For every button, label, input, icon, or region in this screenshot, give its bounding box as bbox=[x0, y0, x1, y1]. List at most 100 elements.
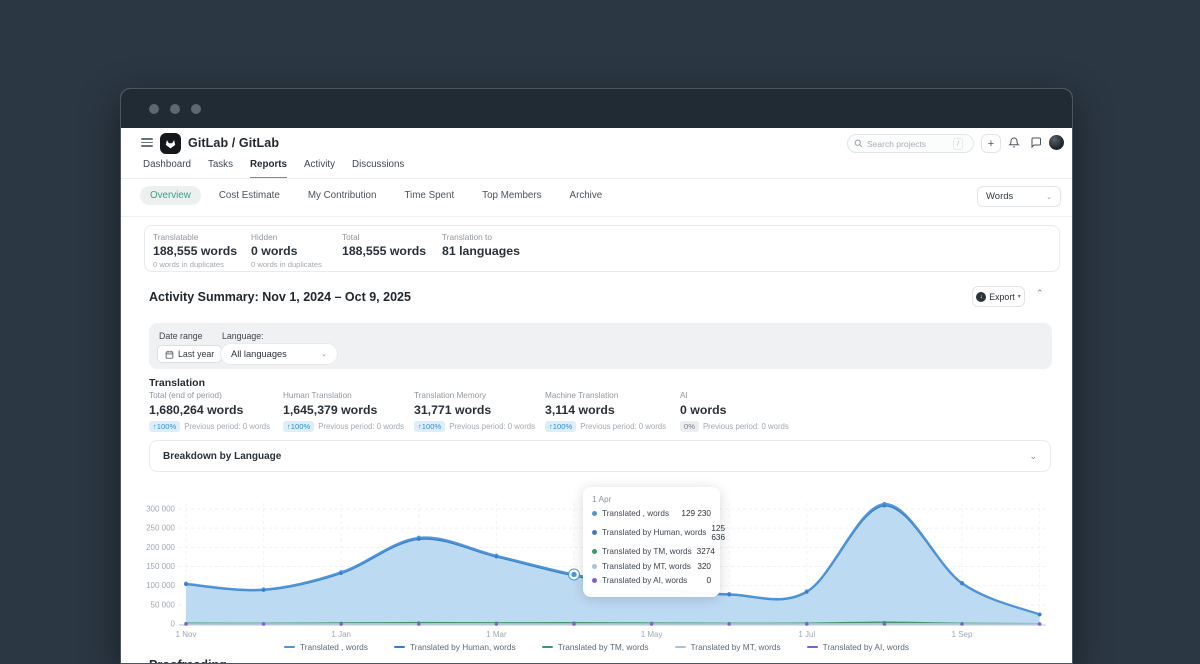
export-button[interactable]: ↓ Export ▾ bbox=[972, 286, 1025, 307]
svg-text:1 Jul: 1 Jul bbox=[798, 630, 815, 639]
chart-tooltip: 1 Apr Translated , words129 230Translate… bbox=[583, 487, 720, 597]
svg-text:1 May: 1 May bbox=[641, 630, 663, 639]
legend-color-dash bbox=[394, 646, 405, 648]
collapse-section-icon[interactable]: ⌃ bbox=[1036, 288, 1044, 299]
desktop-background: GitLab / GitLab / + Dashboard Tasks bbox=[0, 0, 1200, 664]
stat-translation-to: Translation to 81 languages bbox=[442, 232, 520, 258]
tooltip-series-value: 3274 bbox=[697, 547, 715, 556]
page-title: GitLab / GitLab bbox=[188, 136, 279, 150]
project-logo[interactable] bbox=[160, 133, 181, 154]
trend-badge: 0% bbox=[680, 421, 699, 432]
legend-color-dash bbox=[542, 646, 553, 648]
calendar-icon bbox=[165, 350, 174, 359]
subtab-time-spent[interactable]: Time Spent bbox=[394, 186, 464, 205]
series-color-dot bbox=[592, 549, 597, 554]
legend-color-dash bbox=[284, 646, 295, 648]
legend-item[interactable]: Translated , words bbox=[284, 642, 368, 652]
notifications-bell-icon[interactable] bbox=[1008, 136, 1020, 154]
svg-text:300 000: 300 000 bbox=[146, 505, 175, 514]
app-content: GitLab / GitLab / + Dashboard Tasks bbox=[121, 128, 1072, 664]
summary-stats-card: Translatable 188,555 words 0 words in du… bbox=[144, 225, 1060, 272]
tooltip-series-value: 125 636 bbox=[711, 524, 725, 542]
hamburger-menu-icon[interactable] bbox=[141, 138, 153, 147]
legend-item[interactable]: Translated by AI, words bbox=[807, 642, 909, 652]
svg-text:100 000: 100 000 bbox=[146, 581, 175, 590]
chevron-down-icon: ⌄ bbox=[1029, 451, 1037, 462]
legend-item[interactable]: Translated by Human, words bbox=[394, 642, 516, 652]
tooltip-row: Translated by Human, words125 636 bbox=[592, 524, 711, 542]
search-shortcut-key: / bbox=[953, 138, 963, 150]
svg-text:1 Mar: 1 Mar bbox=[486, 630, 507, 639]
window-control-icon[interactable] bbox=[170, 104, 180, 114]
chart-legend: Translated , words Translated by Human, w… bbox=[121, 642, 1072, 652]
proofreading-section-title: Proofreading bbox=[149, 658, 227, 664]
unit-select[interactable]: Words ⌄ bbox=[977, 186, 1061, 207]
trend-badge: ↑100% bbox=[545, 421, 576, 432]
subtab-overview[interactable]: Overview bbox=[140, 186, 201, 205]
svg-text:1 Nov: 1 Nov bbox=[176, 630, 197, 639]
date-range-button[interactable]: Last year bbox=[157, 345, 222, 363]
breakdown-by-language-card[interactable]: Breakdown by Language ⌄ bbox=[149, 440, 1051, 472]
legend-label: Translated by Human, words bbox=[410, 642, 516, 652]
stat-translatable: Translatable 188,555 words 0 words in du… bbox=[153, 232, 237, 269]
trend-badge: ↑100% bbox=[414, 421, 445, 432]
series-color-dot bbox=[592, 578, 597, 583]
window-titlebar bbox=[121, 89, 1072, 128]
search-input[interactable] bbox=[867, 139, 949, 149]
chevron-down-icon: ▾ bbox=[1018, 293, 1021, 300]
svg-text:250 000: 250 000 bbox=[146, 524, 175, 533]
tooltip-series-value: 129 230 bbox=[681, 509, 711, 518]
subtab-archive[interactable]: Archive bbox=[560, 186, 613, 205]
tab-discussions[interactable]: Discussions bbox=[352, 159, 404, 179]
divider bbox=[121, 216, 1072, 217]
tab-reports[interactable]: Reports bbox=[250, 159, 287, 179]
window-control-icon[interactable] bbox=[191, 104, 201, 114]
legend-color-dash bbox=[807, 646, 818, 648]
subtab-my-contribution[interactable]: My Contribution bbox=[298, 186, 387, 205]
legend-label: Translated by MT, words bbox=[691, 642, 781, 652]
chevron-down-icon: ⌄ bbox=[1046, 193, 1052, 201]
search-icon bbox=[854, 139, 863, 148]
app-header: GitLab / GitLab / + bbox=[121, 128, 1072, 158]
stat-translation-memory: Translation Memory 31,771 words ↑100%Pre… bbox=[414, 391, 535, 432]
tab-activity[interactable]: Activity bbox=[304, 159, 335, 179]
legend-label: Translated , words bbox=[300, 642, 368, 652]
window-control-icon[interactable] bbox=[149, 104, 159, 114]
tab-tasks[interactable]: Tasks bbox=[208, 159, 233, 179]
subtab-top-members[interactable]: Top Members bbox=[472, 186, 551, 205]
language-label: Language: bbox=[222, 331, 264, 341]
language-select[interactable]: All languages ⌄ bbox=[220, 343, 338, 365]
search-box[interactable]: / bbox=[847, 134, 974, 153]
tab-dashboard[interactable]: Dashboard bbox=[143, 159, 191, 179]
svg-text:150 000: 150 000 bbox=[146, 562, 175, 571]
project-nav-tabs: Dashboard Tasks Reports Activity Discuss… bbox=[143, 159, 404, 179]
date-range-label: Date range bbox=[159, 331, 203, 341]
series-color-dot bbox=[592, 530, 597, 535]
translation-section-title: Translation bbox=[149, 377, 205, 389]
tooltip-series-label: Translated by TM, words bbox=[602, 547, 692, 556]
tooltip-row: Translated by MT, words320 bbox=[592, 562, 711, 571]
tooltip-series-label: Translated , words bbox=[602, 509, 676, 518]
svg-text:200 000: 200 000 bbox=[146, 543, 175, 552]
user-avatar[interactable] bbox=[1049, 135, 1064, 150]
svg-text:0: 0 bbox=[171, 620, 176, 629]
stat-hidden: Hidden 0 words 0 words in duplicates bbox=[251, 232, 322, 269]
series-color-dot bbox=[592, 564, 597, 569]
tooltip-series-value: 0 bbox=[706, 576, 711, 585]
subtab-cost-estimate[interactable]: Cost Estimate bbox=[209, 186, 290, 205]
stat-total: Total 188,555 words bbox=[342, 232, 426, 258]
stat-human-translation: Human Translation 1,645,379 words ↑100%P… bbox=[283, 391, 404, 432]
divider bbox=[121, 178, 1072, 179]
tooltip-row: Translated , words 129 230 bbox=[592, 509, 711, 518]
series-color-dot bbox=[592, 511, 597, 516]
legend-item[interactable]: Translated by MT, words bbox=[675, 642, 781, 652]
legend-item[interactable]: Translated by TM, words bbox=[542, 642, 649, 652]
messages-icon[interactable] bbox=[1030, 136, 1042, 154]
trend-badge: ↑100% bbox=[283, 421, 314, 432]
tooltip-row: Translated by AI, words0 bbox=[592, 576, 711, 585]
add-button[interactable]: + bbox=[981, 134, 1001, 153]
trend-badge: ↑100% bbox=[149, 421, 180, 432]
report-subtabs: Overview Cost Estimate My Contribution T… bbox=[140, 186, 612, 205]
filter-bar: Date range Last year Language: All langu… bbox=[149, 323, 1052, 369]
svg-text:1 Jan: 1 Jan bbox=[331, 630, 351, 639]
